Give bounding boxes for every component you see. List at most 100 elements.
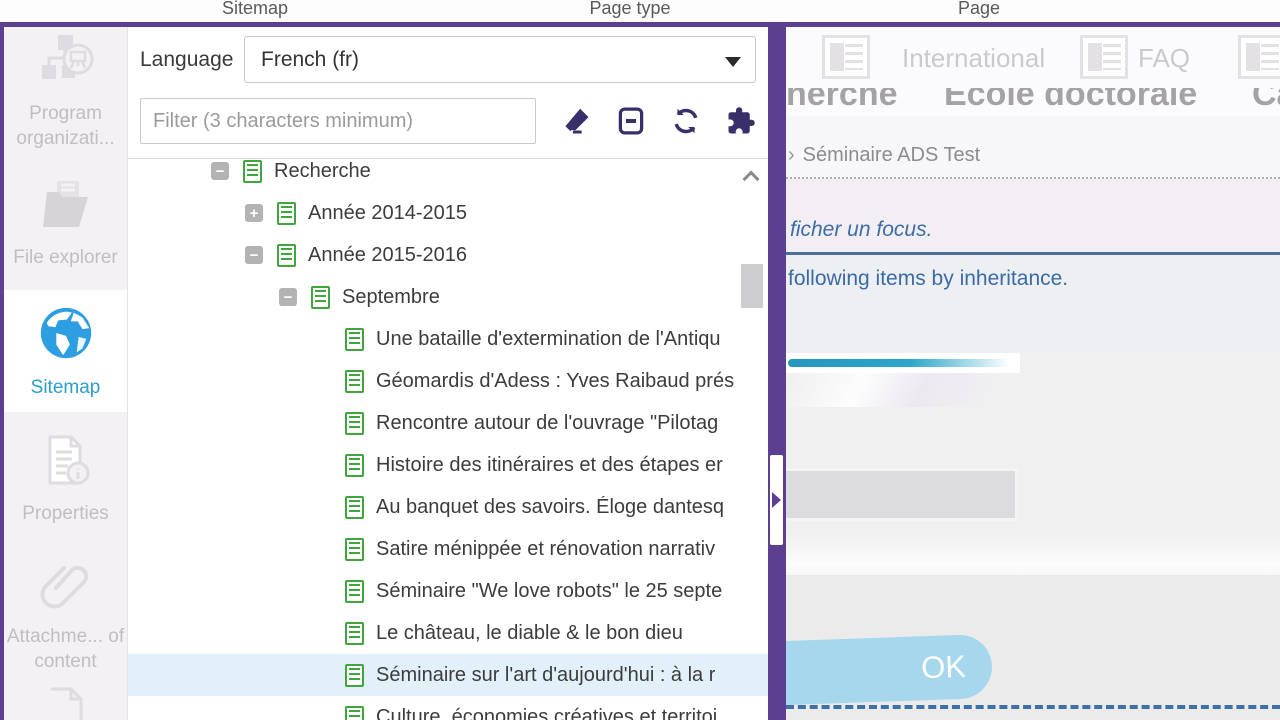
panel-content: Language French (fr)	[128, 27, 768, 720]
tree-item-label: Rencontre autour de l'ouvrage "Pilotag	[376, 412, 718, 435]
ok-button-label: OK	[921, 649, 967, 687]
tree-item[interactable]: Rencontre autour de l'ouvrage "Pilotag	[128, 402, 768, 444]
tab-international[interactable]: International	[902, 43, 1045, 74]
sidebar-item-sitemap[interactable]: Sitemap	[4, 290, 127, 412]
background-page: International FAQ herche École doctorale…	[786, 27, 1280, 720]
tree-item[interactable]: Géomardis d'Adess : Yves Raibaud prés	[128, 360, 768, 402]
page-tabs-row: International FAQ	[786, 27, 1280, 88]
page-icon	[345, 622, 364, 645]
column-label-sitemap: Sitemap	[222, 0, 288, 19]
page-icon	[345, 580, 364, 603]
tree-item-label: Au banquet des savoirs. Éloge dantesq	[376, 496, 724, 519]
eraser-icon[interactable]	[561, 106, 591, 136]
heading-fragment: École doctorale	[944, 88, 1197, 114]
tree-item-label: Le château, le diable & le bon dieu	[376, 622, 683, 645]
dialog-footer: OK	[786, 575, 1280, 720]
form-field-placeholder[interactable]	[786, 468, 1018, 521]
chevron-down-icon	[725, 57, 741, 67]
panel-sidebar: Program organizati... File explorer	[4, 27, 128, 720]
puzzle-icon[interactable]	[726, 106, 756, 136]
paperclip-icon	[37, 555, 95, 618]
language-value: French (fr)	[261, 48, 359, 72]
language-label: Language	[140, 48, 244, 72]
tree-item[interactable]: Séminaire "We love robots" le 25 septe	[128, 570, 768, 612]
filter-input[interactable]	[140, 98, 536, 144]
vertical-scrollbar[interactable]	[740, 159, 764, 720]
sidebar-item-properties[interactable]: Properties	[4, 412, 127, 545]
page-icon	[345, 454, 364, 477]
tree-item-label: Une bataille d'extermination de l'Antiqu	[376, 328, 721, 351]
collapse-minus-icon[interactable]	[616, 106, 646, 136]
tree-item[interactable]: Satire ménippée et rénovation narrativ	[128, 528, 768, 570]
tree-item-label: Année 2015-2016	[308, 244, 467, 267]
page-icon	[345, 706, 364, 720]
page-icon	[345, 328, 364, 351]
teal-accent-line	[786, 353, 1020, 373]
column-header-strip: Sitemap Page type Page	[0, 0, 1280, 22]
tree-item[interactable]: Le château, le diable & le bon dieu	[128, 612, 768, 654]
page-layout-icon[interactable]	[1080, 35, 1128, 79]
scrollbar-thumb[interactable]	[741, 264, 763, 308]
tree-item-label: Recherche	[274, 160, 371, 183]
breadcrumb-zone: › Séminaire ADS Test	[786, 116, 1280, 179]
sidebar-item-file-explorer[interactable]: File explorer	[4, 155, 127, 290]
language-dropdown[interactable]: French (fr)	[244, 36, 756, 83]
sidebar-item-program-organization[interactable]: Program organizati...	[4, 27, 127, 155]
page-layout-icon[interactable]	[1238, 35, 1280, 79]
folder-icon	[37, 176, 95, 239]
tree-item[interactable]: Septembre	[128, 276, 768, 318]
heading-fragment: herche	[786, 88, 898, 114]
inheritance-zone: following items by inheritance.	[786, 255, 1280, 353]
sitemap-tree: Recherche Année 2014-2015 Année 2015-201…	[128, 158, 768, 720]
tree-item[interactable]: Une bataille d'extermination de l'Antiqu	[128, 318, 768, 360]
sidebar-item-attachments[interactable]: Attachme... of content	[4, 545, 127, 683]
sidebar-item-label: Program organizati...	[4, 101, 127, 151]
dashed-divider	[786, 705, 1280, 709]
language-row: Language French (fr)	[140, 36, 756, 83]
page-icon	[277, 202, 296, 225]
tree-item[interactable]: Au banquet des savoirs. Éloge dantesq	[128, 486, 768, 528]
tree-item[interactable]: Recherche	[128, 158, 768, 192]
tree-item[interactable]: Histoire des itinéraires et des étapes e…	[128, 444, 768, 486]
tree-item-label: Culture, économies créatives et territoi	[376, 706, 717, 720]
chevron-right-icon: ›	[788, 144, 795, 166]
globe-icon	[35, 302, 97, 369]
focus-text: ficher un focus.	[790, 218, 932, 242]
tree-item[interactable]: Culture, économies créatives et territoi	[128, 696, 768, 720]
sidebar-item-label: File explorer	[11, 245, 120, 270]
page-icon	[243, 160, 262, 183]
sidebar-item-label: Sitemap	[29, 375, 103, 400]
tree-item-label: Séminaire "We love robots" le 25 septe	[376, 580, 722, 603]
page-icon	[345, 664, 364, 687]
sidebar-item-label: Attachme... of content	[4, 624, 127, 674]
tree-item-label: Septembre	[342, 286, 440, 309]
refresh-icon[interactable]	[671, 106, 701, 136]
tree-item-label: Séminaire sur l'art d'aujourd'hui : à la…	[376, 664, 715, 687]
expand-toggle-icon[interactable]	[245, 204, 263, 222]
org-chart-icon	[37, 32, 95, 95]
site-menu-heading: herche École doctorale Ca	[786, 88, 1280, 116]
scroll-up-icon[interactable]	[743, 171, 760, 188]
document-info-icon	[37, 432, 95, 495]
tree-item-label: Histoire des itinéraires et des étapes e…	[376, 454, 723, 477]
tree-item-label: Année 2014-2015	[308, 202, 467, 225]
page-icon	[345, 370, 364, 393]
tree-item[interactable]: Année 2015-2016	[128, 234, 768, 276]
tree-item[interactable]: Année 2014-2015	[128, 192, 768, 234]
panel-splitter-handle[interactable]	[770, 455, 783, 545]
sidebar-item-partial[interactable]	[4, 683, 127, 720]
ok-button[interactable]: OK	[786, 634, 993, 706]
page-icon	[345, 538, 364, 561]
breadcrumb[interactable]: › Séminaire ADS Test	[788, 144, 980, 167]
breadcrumb-label: Séminaire ADS Test	[803, 144, 981, 166]
collapse-toggle-icon[interactable]	[279, 288, 297, 306]
page-icon	[345, 496, 364, 519]
tree-item-selected[interactable]: Séminaire sur l'art d'aujourd'hui : à la…	[128, 654, 768, 696]
tab-faq[interactable]: FAQ	[1138, 43, 1190, 74]
filter-row	[140, 98, 756, 144]
column-label-page: Page	[958, 0, 1000, 19]
collapse-toggle-icon[interactable]	[245, 246, 263, 264]
page-icon	[345, 412, 364, 435]
collapse-toggle-icon[interactable]	[211, 162, 229, 180]
page-layout-icon[interactable]	[822, 35, 870, 79]
